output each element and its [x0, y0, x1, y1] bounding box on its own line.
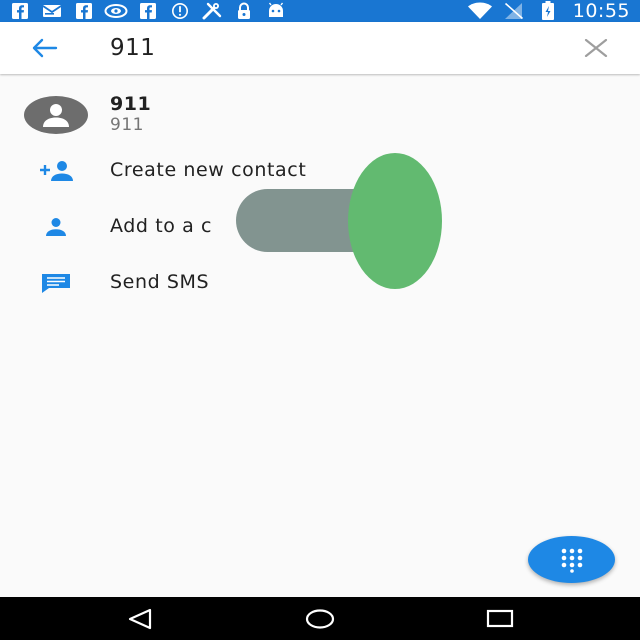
battery-charging-icon: [531, 0, 565, 22]
add-to-contact-label: Add to a c: [110, 215, 213, 237]
facebook-icon: [4, 0, 36, 22]
send-sms-label: Send SMS: [110, 271, 210, 293]
send-sms-item[interactable]: Send SMS: [0, 261, 640, 305]
nav-back-icon: [128, 608, 152, 630]
back-button[interactable]: [22, 30, 66, 66]
nav-recents-icon: [486, 609, 514, 628]
contact-result-row[interactable]: 911 911: [0, 88, 640, 146]
wifi-icon: [463, 0, 497, 22]
nav-recents-button[interactable]: [470, 601, 530, 637]
person-icon: [43, 104, 69, 127]
nvidia-icon: [100, 0, 132, 22]
clock: 10:55: [572, 0, 630, 22]
nav-back-button[interactable]: [110, 601, 170, 637]
notification-icons: [4, 0, 292, 22]
avatar: [24, 96, 88, 134]
person-add-icon: [34, 155, 78, 187]
android-icon: [260, 0, 292, 22]
system-icons: 10:55: [463, 0, 630, 22]
nav-home-icon: [305, 609, 335, 629]
arrow-back-icon: [32, 38, 58, 58]
create-new-contact-item[interactable]: Create new contact: [0, 149, 640, 193]
facebook-icon: [132, 0, 164, 22]
clear-button[interactable]: [576, 30, 616, 66]
create-new-contact-label: Create new contact: [110, 159, 307, 181]
tools-icon: [196, 0, 228, 22]
status-bar: 10:55: [0, 0, 640, 22]
search-bar: [0, 22, 640, 74]
sync-icon: [164, 0, 196, 22]
dialpad-icon: [561, 548, 582, 573]
navigation-bar: [0, 597, 640, 640]
contact-number: 911: [110, 115, 144, 135]
contact-name: 911: [110, 93, 152, 115]
signal-off-icon: [497, 0, 531, 22]
dialpad-button[interactable]: [528, 536, 615, 583]
message-icon: [34, 267, 78, 299]
facebook-icon: [68, 0, 100, 22]
nav-home-button[interactable]: [290, 601, 350, 637]
mail-icon: [36, 0, 68, 22]
close-icon: [584, 39, 608, 57]
touch-indicator: [348, 153, 442, 289]
lock-icon: [228, 0, 260, 22]
person-icon: [34, 211, 78, 243]
search-input[interactable]: [110, 30, 550, 66]
